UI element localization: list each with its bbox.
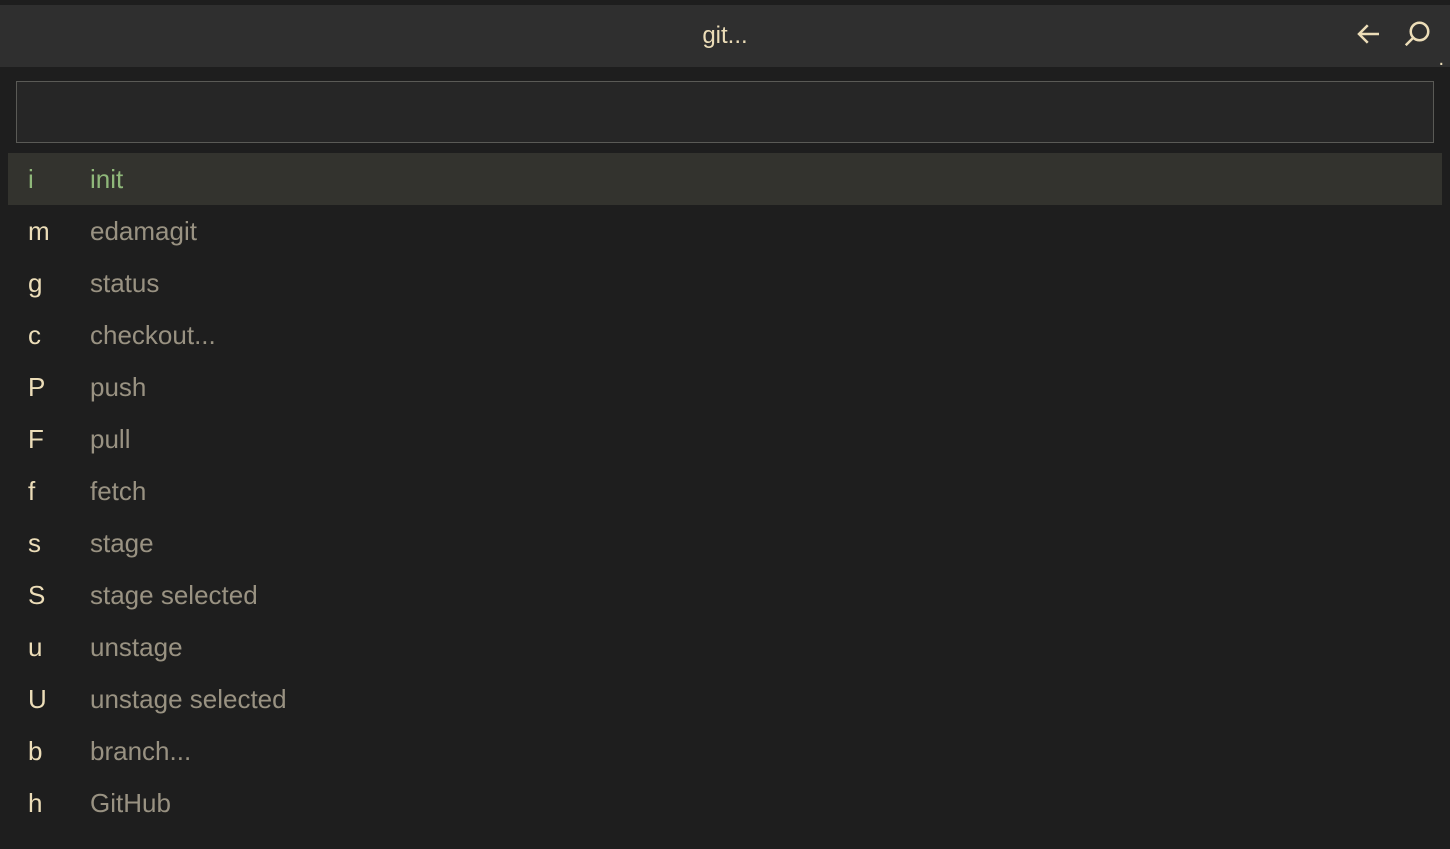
command-key: U bbox=[28, 684, 90, 715]
command-item[interactable]: hGitHub bbox=[8, 777, 1442, 829]
command-item[interactable]: ccheckout... bbox=[8, 309, 1442, 361]
command-item[interactable]: ffetch bbox=[8, 465, 1442, 517]
command-list: iinitmedamagitgstatusccheckout...PpushFp… bbox=[0, 153, 1450, 829]
command-label: stage selected bbox=[90, 580, 258, 611]
command-label: unstage selected bbox=[90, 684, 287, 715]
command-key: S bbox=[28, 580, 90, 611]
command-label: push bbox=[90, 372, 146, 403]
command-key: P bbox=[28, 372, 90, 403]
command-item[interactable]: gstatus bbox=[8, 257, 1442, 309]
command-key: g bbox=[28, 268, 90, 299]
command-item[interactable]: Fpull bbox=[8, 413, 1442, 465]
command-key: F bbox=[28, 424, 90, 455]
command-key: s bbox=[28, 528, 90, 559]
command-item[interactable]: Uunstage selected bbox=[8, 673, 1442, 725]
command-label: checkout... bbox=[90, 320, 216, 351]
command-key: f bbox=[28, 476, 90, 507]
search-input[interactable] bbox=[16, 81, 1434, 143]
command-key: u bbox=[28, 632, 90, 663]
command-key: c bbox=[28, 320, 90, 351]
command-item[interactable]: Ppush bbox=[8, 361, 1442, 413]
search-input-container bbox=[0, 67, 1450, 153]
command-key: m bbox=[28, 216, 90, 247]
command-label: pull bbox=[90, 424, 130, 455]
command-label: status bbox=[90, 268, 159, 299]
command-key: b bbox=[28, 736, 90, 767]
command-label: branch... bbox=[90, 736, 191, 767]
command-item[interactable]: bbranch... bbox=[8, 725, 1442, 777]
command-label: init bbox=[90, 164, 123, 195]
command-label: GitHub bbox=[90, 788, 171, 819]
search-icon[interactable] bbox=[1402, 19, 1432, 54]
command-item[interactable]: iinit bbox=[8, 153, 1442, 205]
trailing-dot: . bbox=[1438, 48, 1444, 71]
command-item[interactable]: sstage bbox=[8, 517, 1442, 569]
command-label: stage bbox=[90, 528, 154, 559]
command-item[interactable]: uunstage bbox=[8, 621, 1442, 673]
command-key: i bbox=[28, 164, 90, 195]
back-icon[interactable] bbox=[1354, 19, 1384, 54]
command-item[interactable]: medamagit bbox=[8, 205, 1442, 257]
command-item[interactable]: Sstage selected bbox=[8, 569, 1442, 621]
command-key: h bbox=[28, 788, 90, 819]
command-label: unstage bbox=[90, 632, 183, 663]
command-label: edamagit bbox=[90, 216, 197, 247]
command-label: fetch bbox=[90, 476, 146, 507]
header-actions bbox=[1354, 19, 1432, 54]
header-bar: git... bbox=[0, 5, 1450, 67]
header-title: git... bbox=[702, 22, 747, 50]
